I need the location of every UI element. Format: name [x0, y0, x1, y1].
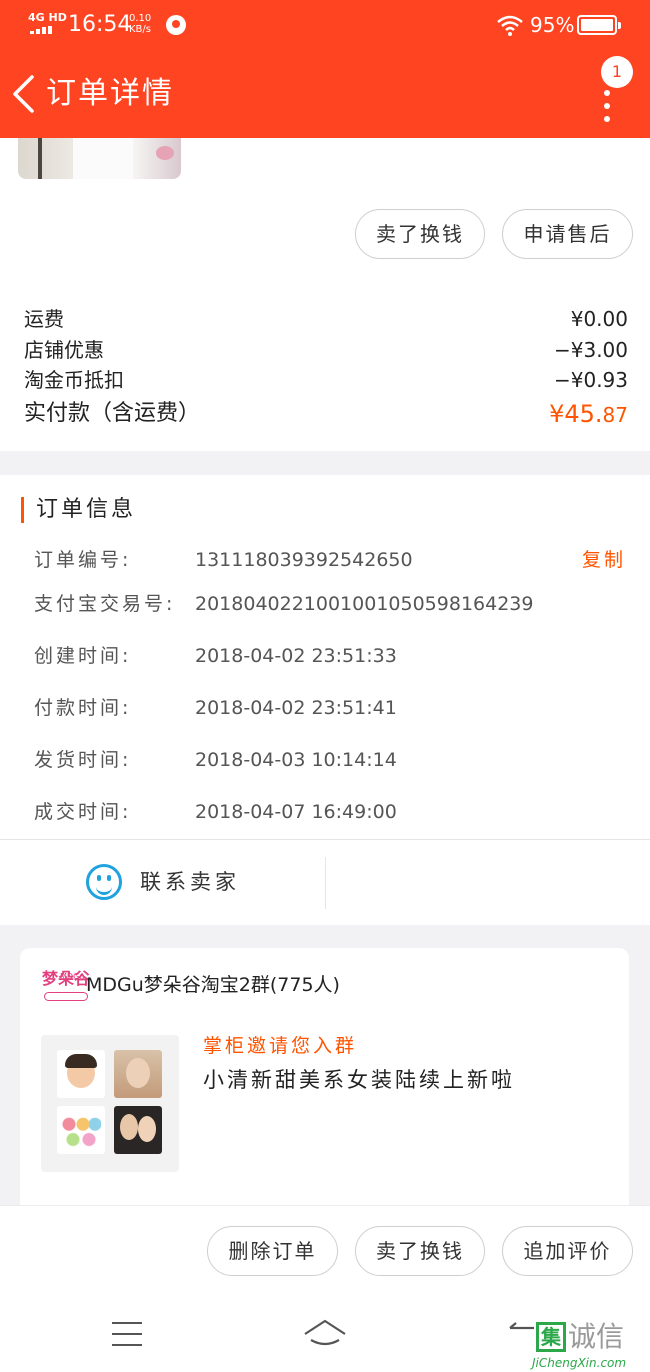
contact-seller-button[interactable]: 联系卖家 — [0, 840, 325, 925]
total-value-int: ¥45. — [549, 400, 603, 428]
message-badge[interactable]: 1 — [601, 56, 633, 88]
avatar — [114, 1050, 162, 1098]
paid-time-label: 付款时间: — [34, 697, 132, 719]
created-time-label: 创建时间: — [34, 645, 132, 667]
alipay-number-label: 支付宝交易号: — [34, 593, 176, 615]
nav-bar: 订单详情 1 — [0, 50, 650, 138]
completed-time-label: 成交时间: — [34, 801, 132, 823]
logo-subtext: MDGu — [60, 972, 85, 981]
avatar — [57, 1106, 105, 1154]
battery-icon — [577, 15, 621, 35]
signal-icon — [30, 26, 54, 34]
page-title: 订单详情 — [46, 76, 174, 111]
shop-discount-label: 店铺优惠 — [24, 338, 104, 362]
sell-for-cash-button[interactable]: 卖了换钱 — [355, 1226, 485, 1276]
status-bar: 4G HD 16:54 0.10 KB/s 95% — [0, 0, 650, 50]
shipping-value: ¥0.00 — [570, 307, 628, 331]
battery-percent: 95% — [530, 13, 575, 37]
avatar — [57, 1050, 105, 1098]
paid-time-value: 2018-04-02 23:51:41 — [195, 697, 397, 719]
group-avatar-grid — [41, 1035, 179, 1172]
avatar — [114, 1106, 162, 1154]
created-time-value: 2018-04-02 23:51:33 — [195, 645, 397, 667]
chat-smiley-icon — [86, 864, 122, 900]
more-menu-icon[interactable] — [600, 86, 614, 126]
speed-value: 0.10 — [129, 13, 152, 24]
home-icon[interactable] — [303, 1318, 347, 1348]
speed-unit: KB/s — [129, 24, 151, 35]
completed-time-value: 2018-04-07 16:49:00 — [195, 801, 397, 823]
total-value-dec: 87 — [602, 403, 628, 427]
product-section: 卖了换钱 申请售后 运费 ¥0.00 店铺优惠 −¥3.00 淘金币抵扣 −¥0… — [0, 138, 650, 451]
group-logo: 梦朵谷 MDGu — [42, 970, 90, 1004]
shipping-label: 运费 — [24, 307, 64, 331]
total-paid-row: 实付款（含运费） ¥45.87 — [24, 401, 628, 427]
coins-label: 淘金币抵扣 — [24, 368, 124, 392]
divider — [325, 857, 326, 909]
bottom-action-bar: 删除订单 卖了换钱 追加评价 — [0, 1205, 650, 1300]
shop-group-card[interactable]: 梦朵谷 MDGu MDGu梦朵谷淘宝2群(775人) 掌柜邀请您入群 小清新甜美… — [20, 948, 629, 1238]
shipped-time-label: 发货时间: — [34, 749, 132, 771]
order-info-title: 订单信息 — [21, 497, 136, 523]
order-number-value: 131118039392542650 — [195, 549, 413, 571]
back-arrow-icon[interactable] — [10, 74, 40, 114]
sell-for-cash-button[interactable]: 卖了换钱 — [355, 209, 485, 259]
network-indicator: 4G HD — [28, 11, 67, 24]
copy-button[interactable]: 复制 — [582, 547, 626, 573]
clock: 16:54 — [68, 12, 132, 37]
shop-discount-value: −¥3.00 — [553, 338, 628, 362]
coins-value: −¥0.93 — [553, 368, 628, 392]
apply-after-sale-button[interactable]: 申请售后 — [502, 209, 633, 259]
add-review-button[interactable]: 追加评价 — [502, 1226, 633, 1276]
contact-seller-label: 联系卖家 — [140, 870, 240, 894]
shipping-fee-row: 运费 ¥0.00 — [24, 306, 628, 332]
watermark-text: 诚信 — [568, 1320, 625, 1353]
product-thumbnail[interactable] — [18, 138, 181, 179]
total-value: ¥45.87 — [549, 401, 628, 428]
watermark-url: JiChengXin.com — [532, 1356, 627, 1370]
wifi-icon — [497, 15, 523, 36]
alipay-number-value: 2018040221001001050598164239 — [195, 593, 534, 615]
shipped-time-value: 2018-04-03 10:14:14 — [195, 749, 397, 771]
group-invite-text: 掌柜邀请您入群 — [203, 1035, 358, 1057]
watermark: 集 诚信 JiChengXin.com — [532, 1320, 650, 1372]
group-intro-text: 小清新甜美系女装陆续上新啦 — [203, 1068, 515, 1092]
delete-order-button[interactable]: 删除订单 — [207, 1226, 338, 1276]
order-info-section: 订单信息 订单编号: 131118039392542650 复制 支付宝交易号:… — [0, 475, 650, 925]
group-name: MDGu梦朵谷淘宝2群(775人) — [86, 974, 340, 996]
coins-deduction-row: 淘金币抵扣 −¥0.93 — [24, 367, 628, 393]
total-label: 实付款（含运费） — [24, 401, 201, 426]
menu-icon[interactable] — [112, 1322, 142, 1346]
notification-icon — [166, 15, 186, 35]
shop-discount-row: 店铺优惠 −¥3.00 — [24, 337, 628, 363]
watermark-box: 集 — [536, 1322, 566, 1352]
order-number-label: 订单编号: — [34, 549, 132, 571]
network-speed: 0.10 KB/s — [129, 13, 151, 35]
